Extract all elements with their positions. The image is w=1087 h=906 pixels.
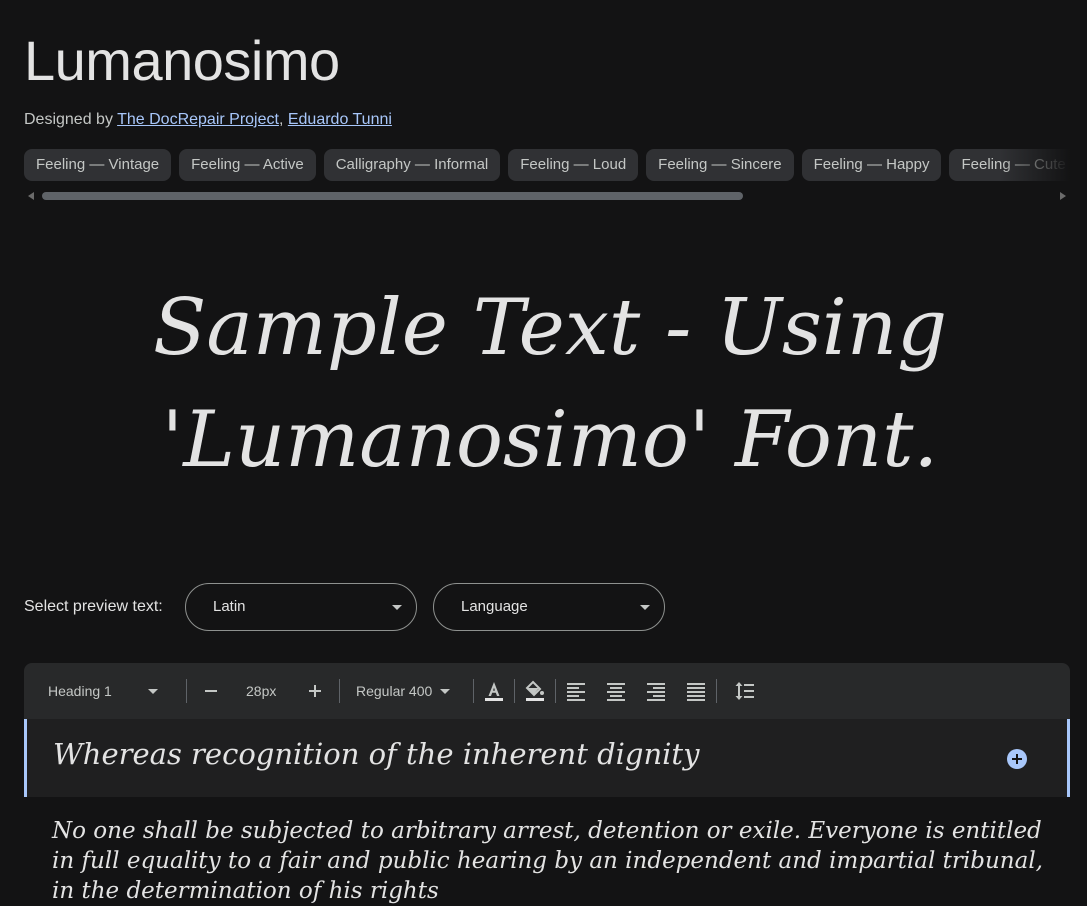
tag-chip[interactable]: Feeling — Active xyxy=(179,149,316,181)
designer-link-1[interactable]: The DocRepair Project xyxy=(117,111,279,128)
language-select[interactable]: Language xyxy=(433,583,665,631)
script-select-value: Latin xyxy=(213,598,246,615)
toolbar-divider xyxy=(473,679,474,703)
style-value: Heading 1 xyxy=(48,683,112,699)
language-select-value: Language xyxy=(461,598,528,615)
tag-scrollbar[interactable] xyxy=(24,189,1070,203)
tag-chip[interactable]: Feeling — Sincere xyxy=(646,149,794,181)
tag-chip[interactable]: Feeling — Happy xyxy=(801,149,942,181)
tag-chip[interactable]: Calligraphy — Informal xyxy=(323,149,501,181)
toolbar-divider xyxy=(555,679,556,703)
chevron-down-icon xyxy=(147,688,158,694)
align-center-icon[interactable] xyxy=(604,679,628,703)
align-justify-icon[interactable] xyxy=(684,679,708,703)
tag-chip[interactable]: Feeling — Cute xyxy=(949,149,1070,181)
tag-chip[interactable]: Feeling — Vintage xyxy=(24,149,172,181)
align-left-icon[interactable] xyxy=(564,679,588,703)
tag-chip[interactable]: Feeling — Loud xyxy=(508,149,639,181)
designed-by-label: Designed by xyxy=(24,111,113,128)
style-dropdown[interactable]: Heading 1 xyxy=(48,663,158,719)
preview-text-label: Select preview text: xyxy=(24,598,163,615)
heading-sample-text[interactable]: Whereas recognition of the inherent dign… xyxy=(53,737,699,771)
sample-text: Sample Text - Using 'Lumanosimo' Font. xyxy=(152,283,947,485)
toolbar-divider xyxy=(514,679,515,703)
add-circle-icon[interactable] xyxy=(1007,749,1027,769)
heading-sample-row[interactable]: Whereas recognition of the inherent dign… xyxy=(24,719,1070,797)
weight-value: Regular 400 xyxy=(356,683,433,699)
highlight-color-icon[interactable] xyxy=(523,679,547,703)
font-title: Lumanosimo xyxy=(24,29,340,92)
scrollbar-thumb[interactable] xyxy=(42,192,743,200)
toolbar-divider xyxy=(339,679,340,703)
line-height-icon[interactable] xyxy=(733,679,757,703)
designer-line: Designed by The DocRepair Project, Eduar… xyxy=(24,111,392,128)
script-select[interactable]: Latin xyxy=(185,583,417,631)
chevron-down-icon xyxy=(440,688,451,694)
text-toolbar: Heading 1 28px Regular 400 xyxy=(24,663,1070,719)
font-size-value[interactable]: 28px xyxy=(246,663,276,719)
chevron-down-icon xyxy=(640,605,650,610)
toolbar-divider xyxy=(716,679,717,703)
minus-icon[interactable] xyxy=(199,679,223,703)
weight-dropdown[interactable]: Regular 400 xyxy=(356,663,451,719)
scroll-left-icon[interactable] xyxy=(28,192,34,200)
tag-list: Feeling — Vintage Feeling — Active Calli… xyxy=(24,149,1070,181)
scroll-right-icon[interactable] xyxy=(1060,192,1066,200)
text-color-icon[interactable] xyxy=(482,679,506,703)
plus-icon[interactable] xyxy=(303,679,327,703)
toolbar-divider xyxy=(186,679,187,703)
align-right-icon[interactable] xyxy=(644,679,668,703)
designer-link-2[interactable]: Eduardo Tunni xyxy=(288,111,392,128)
chevron-down-icon xyxy=(392,605,402,610)
